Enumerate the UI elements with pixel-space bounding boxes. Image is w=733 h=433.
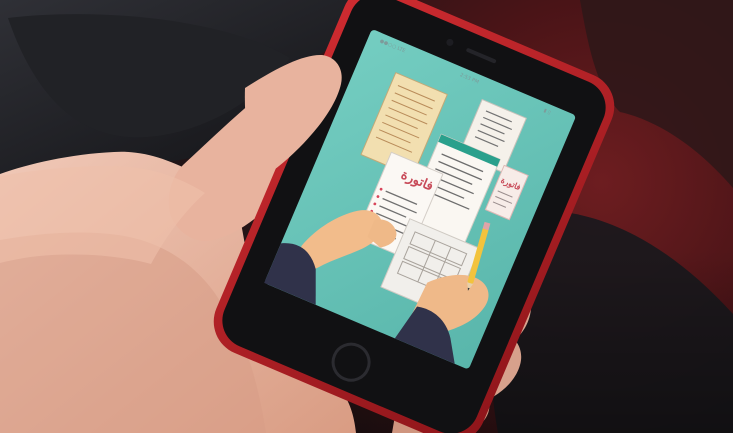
photo-scene: ●●○○ LTE 2:53 PM ▮ ▯ فاتورة فاتورة <box>0 0 733 433</box>
photo-svg: ●●○○ LTE 2:53 PM ▮ ▯ فاتورة فاتورة <box>0 0 733 433</box>
